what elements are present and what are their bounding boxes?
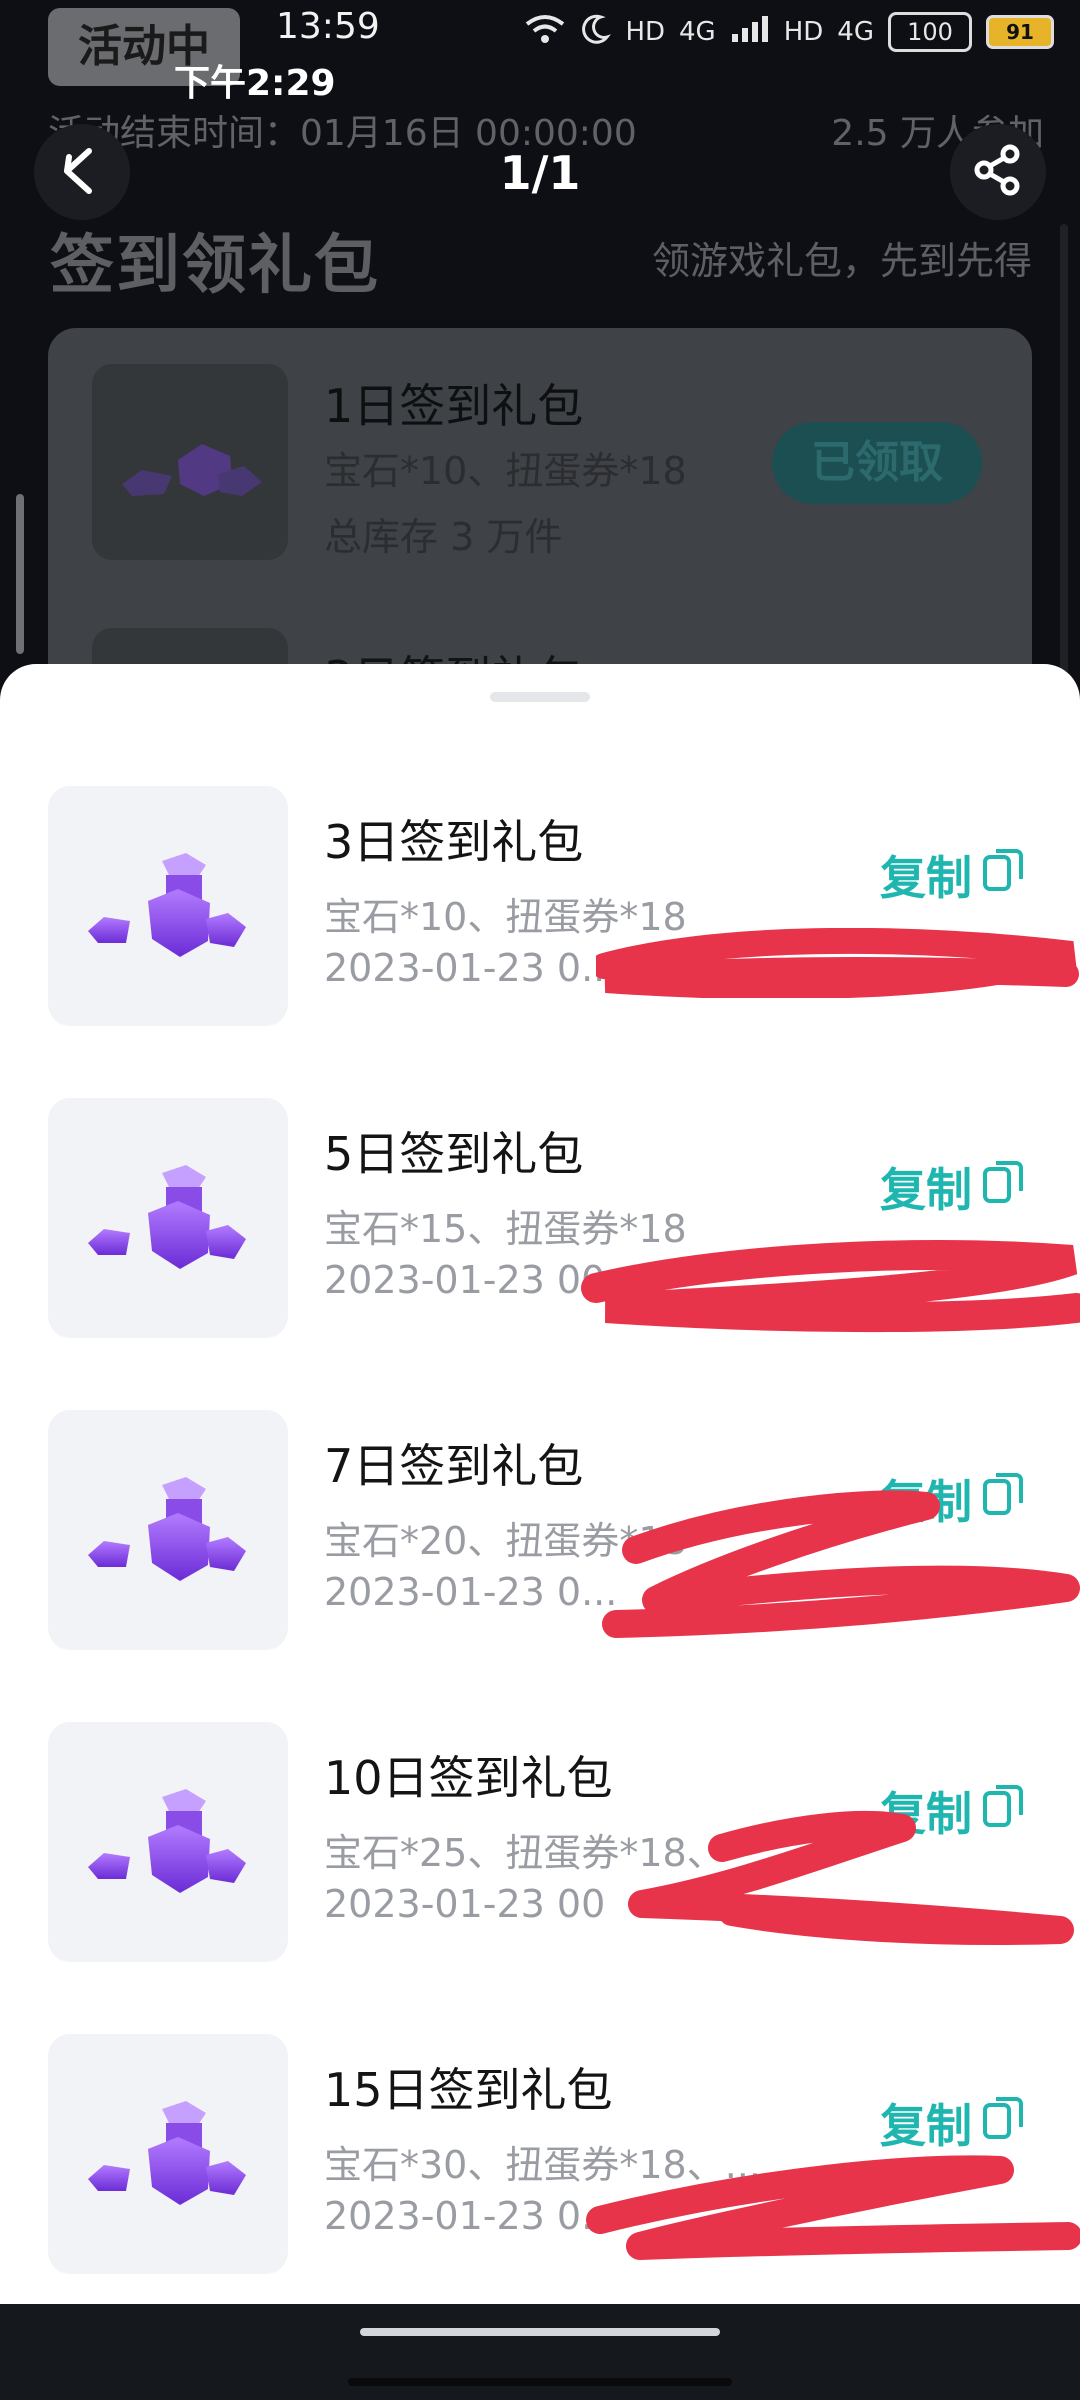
copy-icon — [982, 847, 1024, 904]
network-4g-label-2: 4G — [837, 17, 874, 47]
page-title: 签到领礼包 — [50, 229, 380, 303]
gem-icon — [88, 1165, 246, 1269]
gem-icon — [88, 2101, 246, 2205]
wifi-icon — [525, 14, 565, 51]
claimed-button[interactable]: 已领取 — [772, 422, 982, 504]
scrollbar[interactable] — [16, 494, 24, 654]
list-item: 7日签到礼包 宝石*20、扭蛋券*18 2023-01-23 0... 复制 — [0, 1410, 1080, 1650]
gift-thumbnail — [48, 1410, 288, 1650]
gem-icon — [88, 853, 246, 957]
gift-thumbnail — [92, 364, 288, 560]
network-hd-label: HD — [625, 17, 666, 47]
gift-date: 2023-01-23 0... — [324, 1570, 618, 1614]
gift-thumbnail — [48, 1722, 288, 1962]
status-icons: HD 4G HD 4G 100 91 — [525, 12, 1054, 52]
list-item: 5日签到礼包 宝石*15、扭蛋券*18 2023-01-23 00 复制 — [0, 1098, 1080, 1338]
list-item: 3日签到礼包 宝石*10、扭蛋券*18 2023-01-23 0... 复制 — [0, 786, 1080, 1026]
redaction-mark — [596, 928, 1079, 998]
gift-code-sheet: 3日签到礼包 宝石*10、扭蛋券*18 2023-01-23 0... 复制 5… — [0, 664, 1080, 2304]
network-4g-label: 4G — [679, 17, 716, 47]
battery-icon: 100 — [888, 12, 972, 52]
home-indicator[interactable] — [360, 2328, 720, 2336]
background-page: 活动中 13:59 下午2:29 HD 4G HD 4G 100 91 活动结束… — [0, 0, 1080, 708]
gem-icon — [88, 1789, 246, 1893]
gift-name: 1日签到礼包 — [324, 379, 584, 433]
redaction-mark — [586, 2155, 1080, 2260]
copy-label: 复制 — [880, 2099, 972, 2153]
copy-label: 复制 — [880, 1163, 972, 1217]
gift-name: 15日签到礼包 — [324, 2063, 613, 2117]
copy-icon — [982, 2095, 1024, 2152]
share-icon — [970, 142, 1026, 202]
gift-date: 2023-01-23 00 — [324, 1882, 606, 1926]
gift-thumbnail — [48, 1098, 288, 1338]
copy-button[interactable]: 复制 — [880, 2090, 1024, 2156]
signal-icon — [730, 14, 770, 51]
home-indicator-secondary — [348, 2378, 732, 2386]
gift-stock: 总库存 3 万件 — [324, 515, 563, 559]
copy-button[interactable]: 复制 — [880, 1154, 1024, 1220]
list-item: 10日签到礼包 宝石*25、扭蛋券*18、 2023-01-23 00 复制 — [0, 1722, 1080, 1962]
gift-name: 7日签到礼包 — [324, 1439, 584, 1493]
list-item: 15日签到礼包 宝石*30、扭蛋券*18、... 2023-01-23 0...… — [0, 2034, 1080, 2274]
gift-thumbnail — [48, 2034, 288, 2274]
moon-icon — [579, 13, 612, 52]
gift-description: 宝石*10、扭蛋券*18 — [324, 449, 687, 493]
background-gift-card: 1日签到礼包 宝石*10、扭蛋券*18 总库存 3 万件 已领取 3日签到礼包 — [48, 328, 1032, 708]
share-button[interactable] — [950, 124, 1046, 220]
redaction-mark — [628, 1810, 1074, 1946]
copy-label: 复制 — [880, 851, 972, 905]
page-indicator: 1/1 — [499, 146, 581, 200]
gift-name: 5日签到礼包 — [324, 1127, 584, 1181]
system-nav-bar — [0, 2304, 1080, 2400]
status-time: 13:59 — [276, 6, 380, 47]
copy-icon — [982, 1159, 1024, 1216]
redaction-mark — [602, 1490, 1080, 1638]
copy-button[interactable]: 复制 — [880, 842, 1024, 908]
gem-icon — [88, 1477, 246, 1581]
page-subtitle: 领游戏礼包，先到先得 — [651, 239, 1032, 283]
gem-icon — [122, 444, 262, 496]
battery-icon-secondary: 91 — [986, 15, 1054, 49]
gift-thumbnail — [48, 786, 288, 1026]
status-time-secondary: 下午2:29 — [174, 63, 336, 104]
scrollbar-track-right — [1060, 224, 1068, 674]
redaction-mark — [581, 1240, 1080, 1333]
gift-name: 3日签到礼包 — [324, 815, 584, 869]
network-hd-label-2: HD — [783, 17, 824, 47]
sheet-grabber[interactable] — [490, 692, 590, 702]
gift-date: 2023-01-23 00 — [324, 1258, 606, 1302]
gift-name: 10日签到礼包 — [324, 1751, 613, 1805]
gift-date: 2023-01-23 0... — [324, 946, 618, 990]
